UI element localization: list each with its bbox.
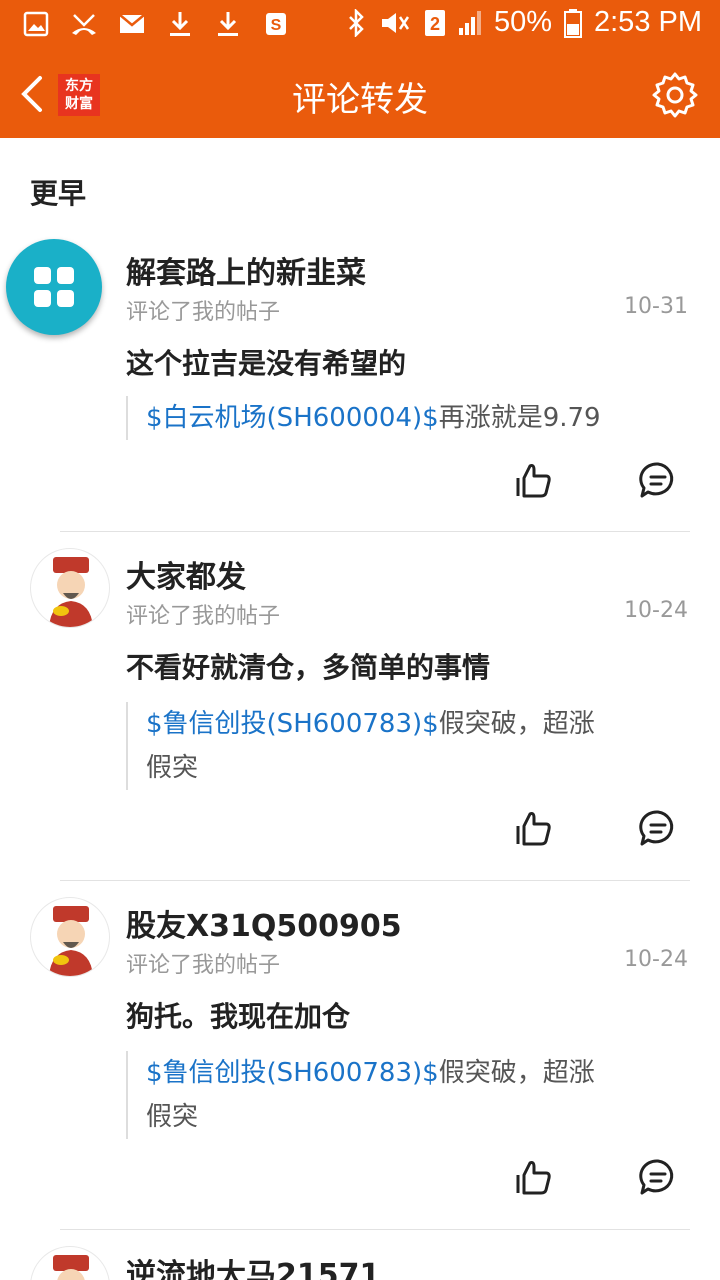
status-bar: S 2 50% 2:53 PM — [0, 0, 720, 50]
comment-button[interactable] — [638, 808, 678, 848]
quote-text: 再涨就是9.79 — [438, 403, 601, 433]
list-item[interactable]: 股友X31Q500905 评论了我的帖子 10-24 狗托。我现在加仓 $鲁信创… — [0, 893, 720, 1230]
svg-text:2: 2 — [430, 14, 440, 34]
section-header: 更早 — [30, 177, 87, 210]
settings-button[interactable] — [650, 70, 700, 120]
gallery-icon — [22, 10, 50, 38]
gear-icon — [652, 72, 698, 118]
timestamp: 10-24 — [624, 947, 688, 972]
timestamp: 10-24 — [624, 598, 688, 623]
page-title: 评论转发 — [292, 80, 428, 120]
clock: 2:53 PM — [594, 6, 702, 38]
stock-link[interactable]: $白云机场(SH600004)$ — [146, 403, 439, 433]
missed-call-icon — [70, 10, 98, 38]
download-icon — [166, 10, 194, 38]
stock-link[interactable]: $鲁信创投(SH600783)$ — [146, 1058, 439, 1088]
list-item[interactable]: 逆流地大马21571 — [0, 1242, 720, 1280]
battery-level: 50% — [493, 6, 552, 38]
mute-icon — [378, 9, 412, 37]
list-item[interactable]: 解套路上的新韭菜 评论了我的帖子 10-31 这个拉吉是没有希望的 $白云机场(… — [0, 240, 720, 532]
list-item[interactable]: 大家都发 评论了我的帖子 10-24 不看好就清仓，多简单的事情 $鲁信创投(S… — [0, 544, 720, 881]
avatar[interactable] — [30, 548, 110, 628]
download-icon — [214, 10, 242, 38]
avatar[interactable] — [30, 897, 110, 977]
battery-icon — [564, 8, 582, 38]
username[interactable]: 大家都发 — [126, 552, 246, 596]
action-text: 评论了我的帖子 — [126, 953, 281, 978]
bluetooth-icon — [346, 8, 366, 37]
comment-icon — [639, 810, 674, 846]
username[interactable]: 解套路上的新韭菜 — [126, 248, 366, 292]
mail-icon — [118, 10, 146, 38]
divider — [60, 1229, 690, 1230]
grid-icon — [34, 267, 74, 307]
avatar-image — [49, 557, 93, 627]
comment-button[interactable] — [638, 1157, 678, 1197]
username[interactable]: 逆流地大马21571 — [126, 1250, 380, 1280]
comment-content: 这个拉吉是没有希望的 — [126, 347, 407, 380]
like-button[interactable] — [514, 460, 554, 500]
action-text: 评论了我的帖子 — [126, 300, 281, 325]
divider — [60, 880, 690, 881]
stock-link[interactable]: $鲁信创投(SH600783)$ — [146, 709, 439, 739]
s-app-icon: S — [262, 10, 290, 38]
quoted-post[interactable]: $白云机场(SH600004)$再涨就是9.79 — [126, 396, 616, 440]
grid-menu-button[interactable] — [6, 239, 102, 335]
comment-icon — [639, 1159, 674, 1195]
app-bar: 东方 财富 评论转发 — [0, 50, 720, 138]
thumbs-up-icon — [516, 1161, 551, 1195]
action-text: 评论了我的帖子 — [126, 604, 281, 629]
comment-content: 狗托。我现在加仓 — [126, 1000, 351, 1033]
thumbs-up-icon — [516, 464, 551, 498]
thumbs-up-icon — [516, 812, 551, 846]
like-button[interactable] — [514, 1157, 554, 1197]
sim-icon: 2 — [424, 9, 446, 37]
avatar-image — [49, 906, 93, 976]
quoted-post[interactable]: $鲁信创投(SH600783)$假突破，超涨假突 — [126, 1051, 616, 1139]
like-button[interactable] — [514, 808, 554, 848]
signal-icon — [458, 10, 482, 36]
username[interactable]: 股友X31Q500905 — [126, 901, 402, 945]
divider — [60, 531, 690, 532]
timestamp: 10-31 — [624, 294, 688, 319]
avatar[interactable] — [30, 1246, 110, 1280]
comment-button[interactable] — [638, 460, 678, 500]
comment-icon — [639, 462, 674, 498]
avatar-image — [53, 1255, 89, 1280]
comment-content: 不看好就清仓，多简单的事情 — [126, 651, 491, 684]
quoted-post[interactable]: $鲁信创投(SH600783)$假突破，超涨假突 — [126, 702, 616, 790]
svg-text:S: S — [271, 17, 282, 34]
